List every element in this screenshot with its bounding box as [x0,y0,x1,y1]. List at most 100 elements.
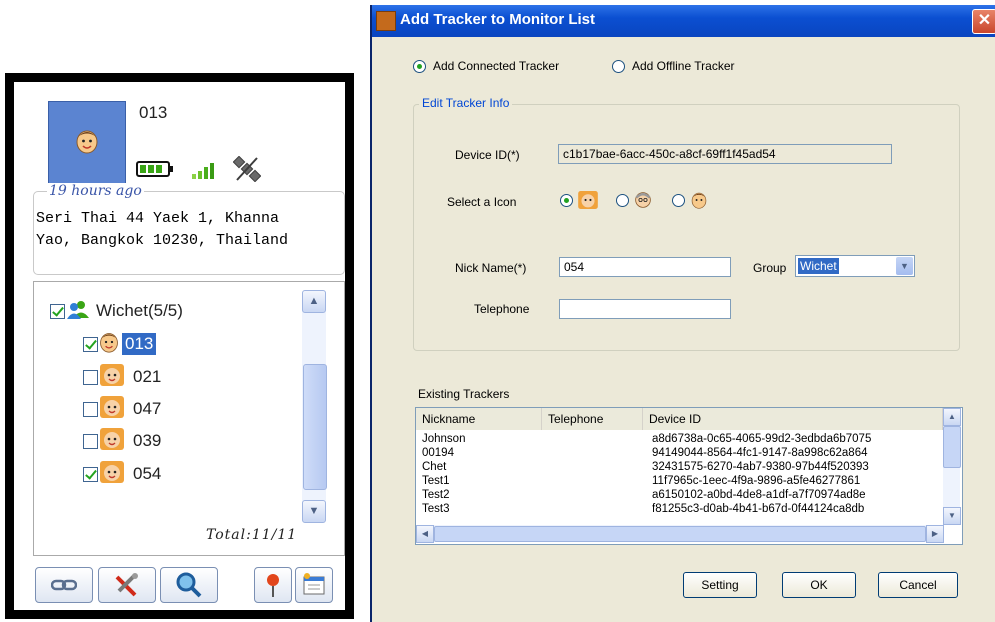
list-vscroll-thumb[interactable] [943,426,961,468]
telephone-input[interactable] [559,299,731,319]
scroll-up-button[interactable]: ▲ [302,290,326,313]
icon-choice-1[interactable] [560,191,598,209]
group-label: Wichet(5/5) [96,301,183,320]
cell-device-id: f81255c3-d0ab-4b41-b67d-0f44124ca8db [652,503,865,515]
setting-button[interactable]: Setting [683,572,757,598]
tracker-total: Total:11/11 [206,527,298,543]
column-device-id[interactable]: Device ID [643,408,943,430]
ok-button[interactable]: OK [782,572,856,598]
grandpa-face-icon [635,192,651,208]
tools-icon [115,573,138,597]
chevron-down-icon[interactable]: ▼ [943,507,961,525]
gps-satellite-icon [232,155,262,183]
list-hscrollbar[interactable]: ◀ ▶ [416,525,944,543]
address-line-1: Seri Thai 44 Yaek 1, Khanna [36,210,280,227]
chevron-left-icon[interactable]: ◀ [416,525,434,543]
select-icon-label: Select a Icon [447,195,517,209]
tree-item-047[interactable]: 047 [83,395,164,423]
scroll-thumb[interactable] [303,364,327,490]
icon-choice-2[interactable] [616,191,652,209]
search-button[interactable] [160,567,218,603]
tree-item-021[interactable]: 021 [83,363,164,391]
cell-nickname: Test3 [422,503,450,515]
cancel-button[interactable]: Cancel [878,572,958,598]
chevron-right-icon[interactable]: ▶ [926,525,944,543]
item-checkbox[interactable] [83,369,98,385]
column-telephone[interactable]: Telephone [542,408,643,430]
address-line-2: Yao, Bangkok 10230, Thailand [36,232,289,249]
groupbox-caption: Edit Tracker Info [419,96,513,110]
last-update-time: 19 hours ago [47,183,144,199]
link-icon [51,579,77,591]
icon-radio-1[interactable] [560,193,573,207]
dialog-titlebar[interactable]: Add Tracker to Monitor List ✕ [372,5,995,37]
add-offline-option[interactable]: Add Offline Tracker [612,59,735,73]
telephone-label: Telephone [474,302,530,316]
group-label: Group [753,261,787,275]
cell-nickname: Test2 [422,489,450,501]
offline-label: Add Offline Tracker [632,59,735,73]
existing-trackers-label: Existing Trackers [418,387,510,401]
icon-choice-3[interactable] [672,191,708,209]
cell-device-id: 11f7965c-1eec-4f9a-9896-a5fe46277861 [652,475,861,487]
list-vscrollbar[interactable]: ▲ ▼ [943,408,961,525]
item-checkbox[interactable] [83,336,98,352]
nick-name-label: Nick Name(*) [455,261,527,275]
tree-item-label: 021 [133,367,162,386]
offline-radio[interactable] [612,59,625,73]
nick-name-input[interactable]: 054 [559,257,731,277]
tree-group-row[interactable]: Wichet(5/5) [50,297,186,325]
tree-item-013[interactable]: 013 [83,330,157,358]
add-tracker-dialog: Add Tracker to Monitor List ✕ Add Connec… [370,5,995,622]
icon-radio-3[interactable] [672,193,685,207]
cell-nickname: Test1 [422,475,450,487]
column-nickname[interactable]: Nickname [416,408,542,430]
connected-radio[interactable] [413,59,426,73]
pin-button[interactable] [254,567,292,603]
boy-face-icon [98,331,120,358]
tools-button[interactable] [98,567,156,603]
group-checkbox[interactable] [50,303,65,319]
close-button[interactable]: ✕ [972,9,995,34]
girl-face-icon [100,363,124,391]
app-icon [376,11,396,31]
tree-item-039[interactable]: 039 [83,427,164,455]
list-hscroll-thumb[interactable] [434,526,926,542]
chevron-up-icon[interactable]: ▲ [943,408,961,426]
link-button[interactable] [35,567,93,603]
add-connected-option[interactable]: Add Connected Tracker [413,59,559,73]
battery-icon [136,160,174,178]
item-checkbox[interactable] [83,433,98,449]
girl-face-icon [100,460,124,488]
settings-button[interactable] [295,567,333,603]
group-selected-value: Wichet [798,258,839,274]
device-name: 013 [139,103,168,122]
scroll-down-button[interactable]: ▼ [302,500,326,523]
icon-radio-2[interactable] [616,193,629,207]
settings-icon [303,573,325,595]
device-avatar[interactable] [48,101,126,185]
item-checkbox[interactable] [83,401,98,417]
cell-nickname: Johnson [422,433,466,445]
tree-scrollbar[interactable]: ▲ ▼ [302,290,327,523]
boy-face-icon [691,192,707,209]
tree-item-054[interactable]: 054 [83,460,164,488]
group-select[interactable]: Wichet ▼ [795,255,915,277]
cell-device-id: a6150102-a0bd-4de8-a1df-a7f70974ad8e [652,489,866,501]
girl-face-icon [100,395,124,423]
girl-face-icon [100,427,124,455]
chevron-down-icon[interactable]: ▼ [896,257,913,275]
dialog-title: Add Tracker to Monitor List [400,11,596,28]
cell-nickname: Chet [422,461,447,473]
pin-icon [267,574,279,597]
tree-item-label: 039 [133,431,162,450]
cell-nickname: 00194 [422,447,454,459]
existing-trackers-list[interactable]: Nickname Telephone Device ID Johnson a8d… [415,407,963,545]
cell-device-id: 32431575-6270-4ab7-9380-97b44f520393 [652,461,869,473]
boy-face-icon [75,128,99,159]
device-id-field[interactable]: c1b17bae-6acc-450c-a8cf-69ff1f45ad54 [558,144,892,164]
girl-face-icon [578,191,598,209]
cell-device-id: a8d6738a-0c65-4065-99d2-3edbda6b7075 [652,433,872,445]
signal-strength-icon [190,160,218,180]
item-checkbox[interactable] [83,466,98,482]
